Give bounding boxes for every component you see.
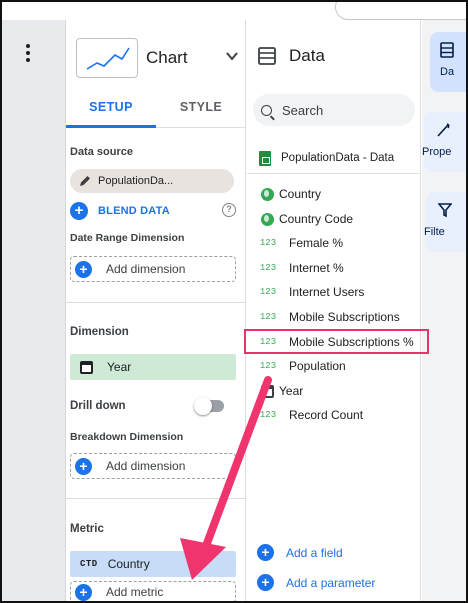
- section-divider: [66, 498, 246, 499]
- data-icon: [440, 42, 454, 58]
- add-metric-label: Add metric: [106, 585, 164, 599]
- field-label: Mobile Subscriptions: [289, 310, 400, 324]
- dimension-chip-label: Year: [107, 360, 132, 374]
- field-label: Country Code: [279, 212, 354, 226]
- add-date-range-dimension[interactable]: + Add dimension: [70, 256, 236, 282]
- field-row[interactable]: Year: [257, 381, 417, 401]
- field-label: Population: [289, 359, 346, 373]
- field-row[interactable]: 123 Female %: [257, 233, 417, 253]
- chart-setup-panel: Chart SETUP STYLE Data source Population…: [66, 20, 246, 603]
- numeric-field-icon: 123: [259, 238, 277, 248]
- field-search-input[interactable]: Search: [253, 94, 415, 126]
- tab-setup[interactable]: SETUP: [66, 92, 156, 128]
- more-vert-icon[interactable]: [16, 38, 40, 68]
- data-source-row[interactable]: PopulationData - Data: [259, 148, 419, 168]
- data-panel-header: Data: [257, 42, 325, 70]
- properties-icon: [437, 123, 450, 137]
- add-field-label: Add a field: [286, 545, 343, 560]
- help-icon[interactable]: ?: [222, 203, 236, 217]
- add-circle-icon: +: [257, 574, 274, 591]
- chart-type-selector[interactable]: Chart: [72, 28, 242, 90]
- pencil-icon: [80, 176, 90, 186]
- field-label: Record Count: [289, 408, 364, 422]
- left-rail: [2, 20, 66, 601]
- section-divider: [247, 173, 421, 174]
- field-row[interactable]: Country: [257, 184, 417, 204]
- add-circle-icon: +: [75, 583, 92, 601]
- field-label: Country: [279, 187, 322, 201]
- add-parameter-button[interactable]: + Add a parameter: [257, 574, 375, 591]
- add-circle-icon: +: [75, 260, 92, 278]
- metric-chip-label: Country: [107, 557, 150, 571]
- breakdown-dimension-title: Breakdown Dimension: [70, 431, 184, 443]
- rail-tile-data[interactable]: Da: [430, 32, 468, 92]
- rail-tile-label: Prope: [422, 146, 452, 158]
- numeric-field-icon: 123: [259, 410, 277, 420]
- add-dimension-label: Add dimension: [106, 262, 186, 276]
- field-label: Internet %: [289, 261, 344, 275]
- add-breakdown-dimension[interactable]: + Add dimension: [70, 453, 236, 479]
- data-source-chip[interactable]: PopulationDa...: [70, 169, 234, 193]
- filter-icon: [438, 203, 452, 218]
- add-circle-icon: +: [75, 457, 92, 475]
- search-icon: [261, 104, 272, 116]
- rail-tile-label: Filte: [424, 226, 445, 238]
- top-search-pill[interactable]: [335, 0, 468, 20]
- numeric-field-icon: 123: [259, 263, 277, 273]
- data-panel: Data Search PopulationData - Data Countr…: [244, 20, 429, 601]
- tab-style[interactable]: STYLE: [156, 92, 246, 128]
- google-sheets-icon: [259, 150, 271, 166]
- field-row[interactable]: 123 Record Count: [257, 405, 417, 425]
- chart-type-label: Chart: [146, 48, 188, 67]
- field-label: Internet Users: [289, 285, 365, 299]
- dimension-title: Dimension: [70, 326, 129, 338]
- metric-title: Metric: [70, 523, 104, 535]
- data-panel-title: Data: [289, 46, 325, 65]
- blend-data-label: BLEND DATA: [98, 205, 170, 217]
- top-strip: [2, 0, 468, 20]
- date-range-title: Date Range Dimension: [70, 232, 185, 244]
- numeric-field-icon: 123: [259, 312, 277, 322]
- count-distinct-badge: CTD: [80, 559, 98, 569]
- add-field-button[interactable]: + Add a field: [257, 544, 343, 561]
- add-metric[interactable]: + Add metric: [70, 581, 236, 603]
- setup-style-tabs: SETUP STYLE: [66, 92, 246, 128]
- right-rail: Da Prope Filte: [422, 20, 468, 601]
- add-dimension-label: Add dimension: [106, 459, 186, 473]
- add-circle-icon: +: [257, 544, 274, 561]
- metric-chip-country[interactable]: CTD Country: [70, 551, 236, 577]
- field-row[interactable]: 123 Mobile Subscriptions: [257, 307, 417, 327]
- section-divider: [66, 302, 246, 303]
- drill-down-toggle[interactable]: [194, 397, 224, 415]
- rail-tile-filter[interactable]: Filte: [424, 192, 468, 252]
- dimension-chip-year[interactable]: Year: [70, 354, 236, 380]
- chevron-down-icon[interactable]: [224, 48, 240, 64]
- numeric-field-icon: 123: [259, 287, 277, 297]
- field-row[interactable]: 123 Population: [257, 356, 417, 376]
- search-placeholder: Search: [282, 102, 324, 118]
- blend-data-button[interactable]: + BLEND DATA ?: [70, 200, 240, 222]
- data-source-name: PopulationDa...: [98, 175, 174, 187]
- numeric-field-icon: 123: [259, 361, 277, 371]
- geo-field-icon: [261, 212, 274, 226]
- drill-down-label: Drill down: [70, 400, 126, 412]
- add-parameter-label: Add a parameter: [286, 575, 376, 590]
- geo-field-icon: [261, 187, 274, 201]
- field-label: Year: [279, 384, 304, 398]
- data-table-icon: [258, 47, 276, 65]
- rail-tile-properties[interactable]: Prope: [422, 112, 468, 172]
- calendar-icon: [261, 384, 274, 398]
- highlight-box: [244, 329, 429, 354]
- data-source-title: Data source: [70, 146, 133, 158]
- field-label: Female %: [289, 236, 344, 250]
- calendar-icon: [80, 360, 93, 374]
- rail-tile-label: Da: [440, 66, 455, 78]
- field-row[interactable]: 123 Internet %: [257, 258, 417, 278]
- add-circle-icon: +: [70, 202, 88, 220]
- line-chart-icon: [76, 38, 138, 78]
- field-row[interactable]: Country Code: [257, 209, 417, 229]
- field-row[interactable]: 123 Internet Users: [257, 282, 417, 302]
- data-source-name: PopulationData - Data: [281, 152, 395, 164]
